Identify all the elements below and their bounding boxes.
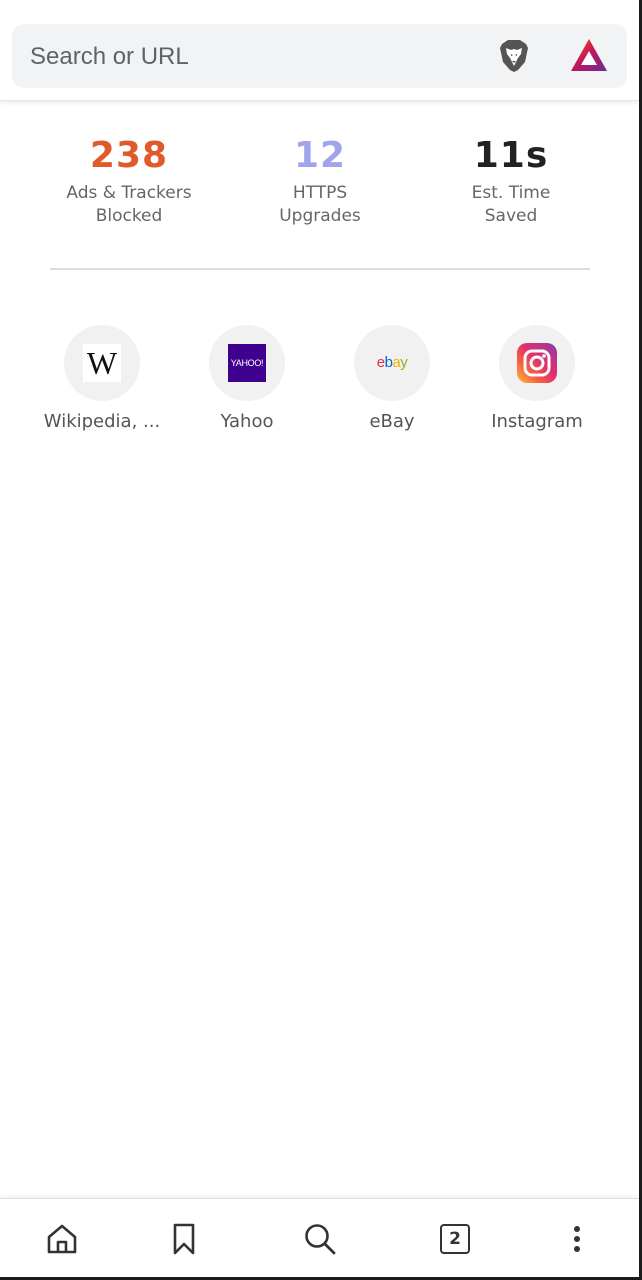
stats-divider — [50, 268, 590, 270]
home-icon — [47, 1224, 77, 1254]
tabs-button[interactable]: 2 — [435, 1219, 475, 1259]
home-button[interactable] — [42, 1219, 82, 1259]
stat-time-saved: 11s Est. Time Saved — [416, 132, 606, 228]
top-site-icon-circle: W — [64, 325, 140, 401]
top-site-label: Yahoo — [220, 411, 274, 432]
privacy-stats: 238 Ads & Trackers Blocked 12 HTTPS Upgr… — [0, 132, 639, 242]
stat-https-upgrades: 12 HTTPS Upgrades — [225, 132, 415, 228]
wikipedia-icon: W — [83, 344, 121, 382]
menu-button[interactable] — [557, 1219, 597, 1259]
top-site-icon-circle: YAHOO! — [209, 325, 285, 401]
search-icon — [305, 1224, 336, 1255]
bookmarks-button[interactable] — [164, 1219, 204, 1259]
top-site-yahoo[interactable]: YAHOO! Yahoo — [177, 325, 317, 432]
more-vertical-icon — [574, 1226, 580, 1252]
stat-value: 12 — [293, 135, 347, 176]
stat-value: 11s — [473, 135, 549, 176]
top-site-label: Wikipedia, ... — [43, 411, 161, 432]
stat-value: 238 — [89, 135, 169, 176]
yahoo-icon: YAHOO! — [228, 344, 266, 382]
stat-label: Ads & Trackers Blocked — [66, 183, 192, 226]
address-bar — [0, 0, 639, 101]
tabs-count-icon: 2 — [440, 1224, 470, 1254]
instagram-icon — [517, 343, 557, 383]
brave-shields-button[interactable] — [494, 36, 534, 76]
stat-label: HTTPS Upgrades — [279, 183, 361, 226]
top-site-icon-circle — [499, 325, 575, 401]
ebay-icon: ebay — [376, 354, 408, 371]
search-input[interactable] — [28, 36, 472, 78]
bottom-toolbar: 2 — [0, 1198, 639, 1278]
top-site-icon-circle: ebay — [354, 325, 430, 401]
stat-label: Est. Time Saved — [471, 183, 551, 226]
top-site-wikipedia[interactable]: W Wikipedia, ... — [32, 325, 172, 432]
top-site-instagram[interactable]: Instagram — [467, 325, 607, 432]
brave-lion-icon — [500, 40, 528, 72]
stat-ads-trackers: 238 Ads & Trackers Blocked — [34, 132, 224, 228]
brave-rewards-icon — [571, 39, 607, 71]
search-button[interactable] — [300, 1219, 340, 1259]
url-field[interactable] — [12, 24, 627, 88]
bookmark-icon — [173, 1223, 195, 1255]
top-site-label: eBay — [369, 411, 415, 432]
top-site-label: Instagram — [491, 411, 583, 432]
top-site-ebay[interactable]: ebay eBay — [322, 325, 462, 432]
brave-rewards-button[interactable] — [568, 36, 610, 76]
